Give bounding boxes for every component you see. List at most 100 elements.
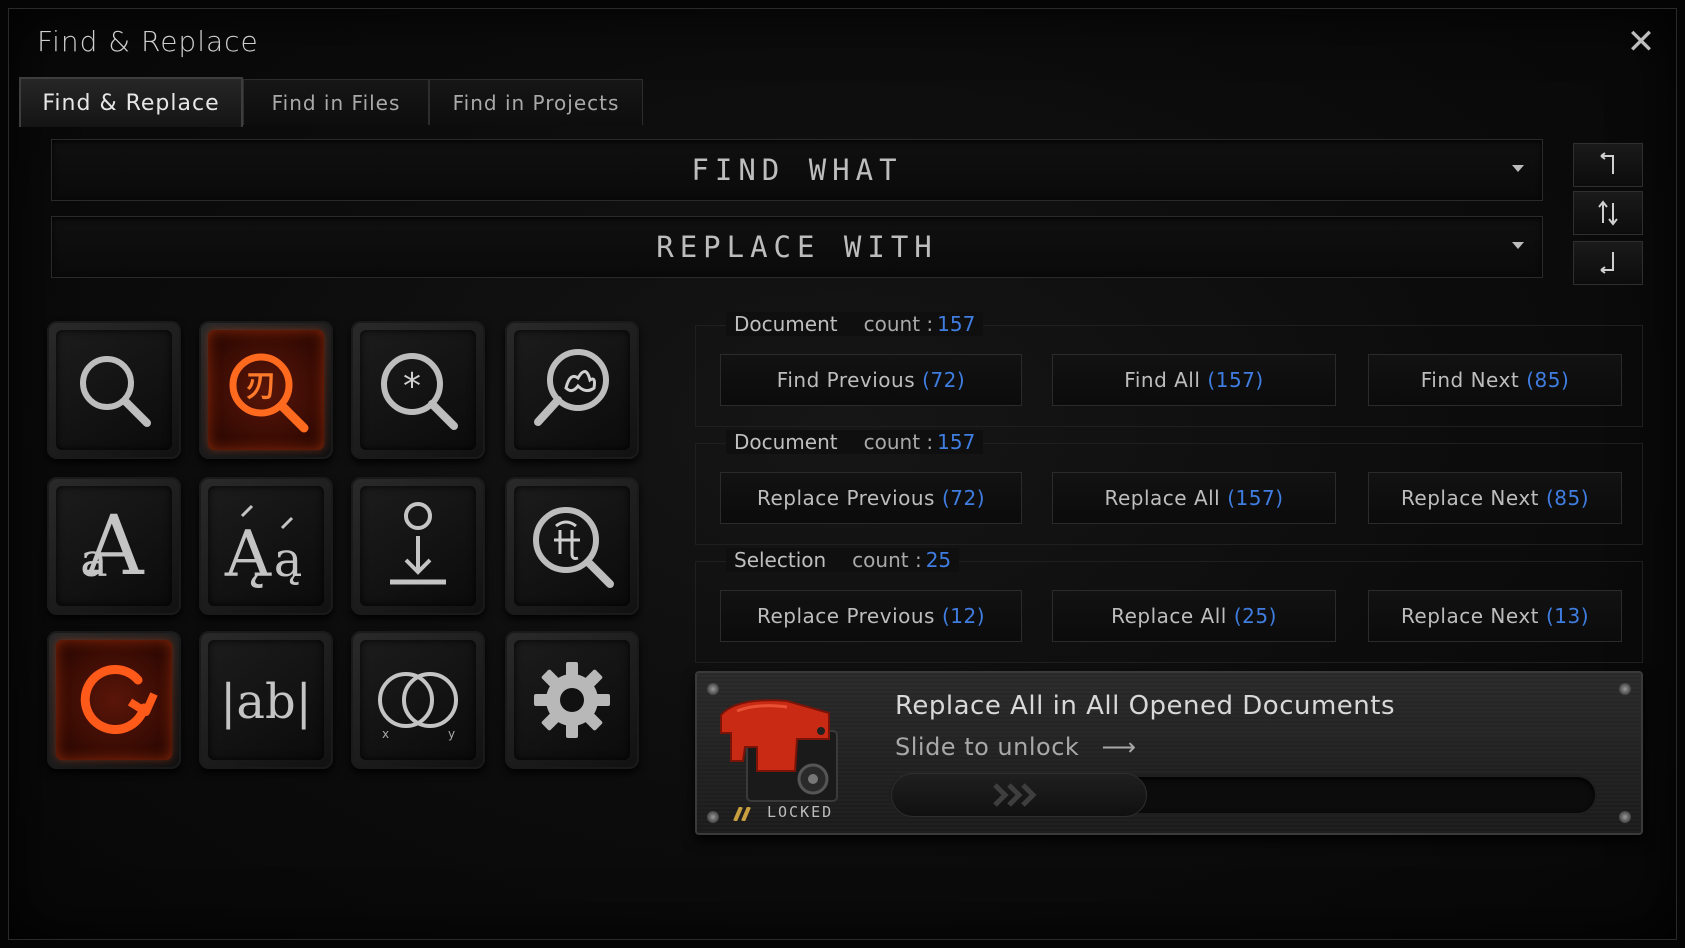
return-up-button[interactable] xyxy=(1573,143,1643,187)
search-button[interactable] xyxy=(47,321,181,459)
slide-hint: Slide to unlock ⟶ xyxy=(895,733,1136,761)
count-label: count : xyxy=(852,548,922,572)
button-count: (72) xyxy=(922,368,966,392)
extended-mode-icon: xy xyxy=(378,672,458,741)
find-what-field xyxy=(51,139,1543,201)
tab-find-in-files[interactable]: Find in Files xyxy=(243,79,429,125)
locked-status: LOCKED xyxy=(767,803,834,821)
count-value: 157 xyxy=(937,312,976,336)
count-value: 157 xyxy=(937,430,976,454)
dialog-title: Find & Replace xyxy=(37,25,259,58)
button-label: Find Next xyxy=(1420,368,1520,392)
slide-hint-text: Slide to unlock xyxy=(895,733,1080,761)
scope-label: Document xyxy=(734,430,838,454)
swap-vertical-icon xyxy=(1598,200,1618,226)
settings-icon xyxy=(534,662,610,738)
arrow-right-icon: ⟶ xyxy=(1101,733,1137,761)
extended-mode-button[interactable]: xy xyxy=(351,631,485,769)
fuzzy-search-button[interactable] xyxy=(505,321,639,459)
group-label: Document count :157 xyxy=(726,312,984,336)
screw-icon xyxy=(707,811,719,823)
tab-find-replace[interactable]: Find & Replace xyxy=(19,77,243,127)
regex-search-button[interactable]: 刃 xyxy=(199,321,333,459)
find-all-button[interactable]: Find All (157) xyxy=(1052,354,1336,406)
safety-switch-icon xyxy=(720,699,838,802)
replace-next-selection-button[interactable]: Replace Next (13) xyxy=(1368,590,1622,642)
warning-stripes-icon xyxy=(733,807,751,821)
button-label: Replace All xyxy=(1104,486,1221,510)
button-label: Replace Previous xyxy=(756,604,935,628)
replace-all-selection-button[interactable]: Replace All (25) xyxy=(1052,590,1336,642)
replace-all-button[interactable]: Replace All (157) xyxy=(1052,472,1336,524)
replace-previous-button[interactable]: Replace Previous (72) xyxy=(720,472,1022,524)
svg-text:ą: ą xyxy=(274,532,303,588)
close-icon[interactable]: ✕ xyxy=(1624,25,1658,59)
button-label: Replace All xyxy=(1111,604,1227,628)
svg-text:*: * xyxy=(403,366,421,407)
search-icon xyxy=(80,356,151,427)
replace-history-dropdown-icon[interactable] xyxy=(1512,242,1524,249)
unicode-search-button[interactable] xyxy=(505,477,639,615)
wrap-around-button[interactable] xyxy=(47,631,181,769)
search-down-icon xyxy=(390,502,446,585)
replace-document-group: Document count :157 Replace Previous (72) … xyxy=(695,430,1643,545)
svg-text:Ą: Ą xyxy=(224,518,272,592)
scope-label: Selection xyxy=(734,548,827,572)
count-value: 25 xyxy=(925,548,952,572)
button-count: (157) xyxy=(1207,368,1264,392)
button-count: (72) xyxy=(941,486,986,510)
screw-icon xyxy=(1619,683,1631,695)
replace-previous-selection-button[interactable]: Replace Previous (12) xyxy=(720,590,1022,642)
unlock-slider-handle[interactable] xyxy=(891,773,1147,817)
button-count: (25) xyxy=(1233,604,1277,628)
replace-with-input[interactable] xyxy=(52,217,1542,277)
settings-button[interactable] xyxy=(505,631,639,769)
match-diacritics-button[interactable]: Ąą xyxy=(199,477,333,615)
button-count: (85) xyxy=(1526,368,1570,392)
wildcard-search-button[interactable]: * xyxy=(351,321,485,459)
unlock-slider-track[interactable] xyxy=(889,773,1597,817)
svg-text:|ab|: |ab| xyxy=(220,674,312,730)
scope-label: Document xyxy=(734,312,838,336)
button-count: (157) xyxy=(1227,486,1284,510)
replace-all-opened-docs-panel: LOCKED Replace All in All Opened Documen… xyxy=(695,671,1643,835)
chevrons-right-icon xyxy=(993,783,1037,807)
tab-bar: Find & Replace Find in Files Find in Pro… xyxy=(19,73,643,129)
find-previous-button[interactable]: Find Previous (72) xyxy=(720,354,1022,406)
fuzzy-search-icon xyxy=(534,349,609,426)
whole-word-button[interactable]: |ab| xyxy=(199,631,333,769)
wrap-around-icon xyxy=(80,665,158,734)
find-history-dropdown-icon[interactable] xyxy=(1512,165,1524,172)
regex-search-icon: 刃 xyxy=(229,353,309,433)
tab-find-in-projects[interactable]: Find in Projects xyxy=(429,79,643,125)
find-document-group: Document count :157 Find Previous (72) Fin… xyxy=(695,312,1643,427)
return-down-icon xyxy=(1600,252,1614,274)
match-diacritics-icon: Ąą xyxy=(224,504,303,592)
button-label: Replace Next xyxy=(1400,604,1539,628)
search-down-button[interactable] xyxy=(351,477,485,615)
button-label: Find Previous xyxy=(776,368,916,392)
screw-icon xyxy=(1619,811,1631,823)
group-label: Document count :157 xyxy=(726,430,984,454)
match-case-button[interactable]: Aa xyxy=(47,477,181,615)
svg-text:y: y xyxy=(448,727,455,741)
swap-button[interactable] xyxy=(1573,191,1643,235)
count-label: count : xyxy=(863,430,934,454)
find-next-button[interactable]: Find Next (85) xyxy=(1368,354,1622,406)
find-what-input[interactable] xyxy=(52,140,1542,200)
group-label: Selection count :25 xyxy=(726,548,960,572)
svg-text:x: x xyxy=(382,727,389,741)
replace-selection-group: Selection count :25 Replace Previous (12) … xyxy=(695,548,1643,663)
match-case-icon: Aa xyxy=(80,499,145,594)
button-count: (85) xyxy=(1546,486,1590,510)
replace-next-button[interactable]: Replace Next (85) xyxy=(1368,472,1622,524)
button-count: (13) xyxy=(1546,604,1590,628)
button-count: (12) xyxy=(941,604,986,628)
button-label: Find All xyxy=(1124,368,1201,392)
lock-panel-title: Replace All in All Opened Documents xyxy=(895,691,1396,721)
count-label: count : xyxy=(863,312,934,336)
return-up-icon xyxy=(1600,152,1614,174)
find-replace-dialog: Find & Replace ✕ Find & Replace Find in … xyxy=(8,8,1677,940)
return-down-button[interactable] xyxy=(1573,241,1643,285)
unicode-search-icon xyxy=(533,507,614,588)
